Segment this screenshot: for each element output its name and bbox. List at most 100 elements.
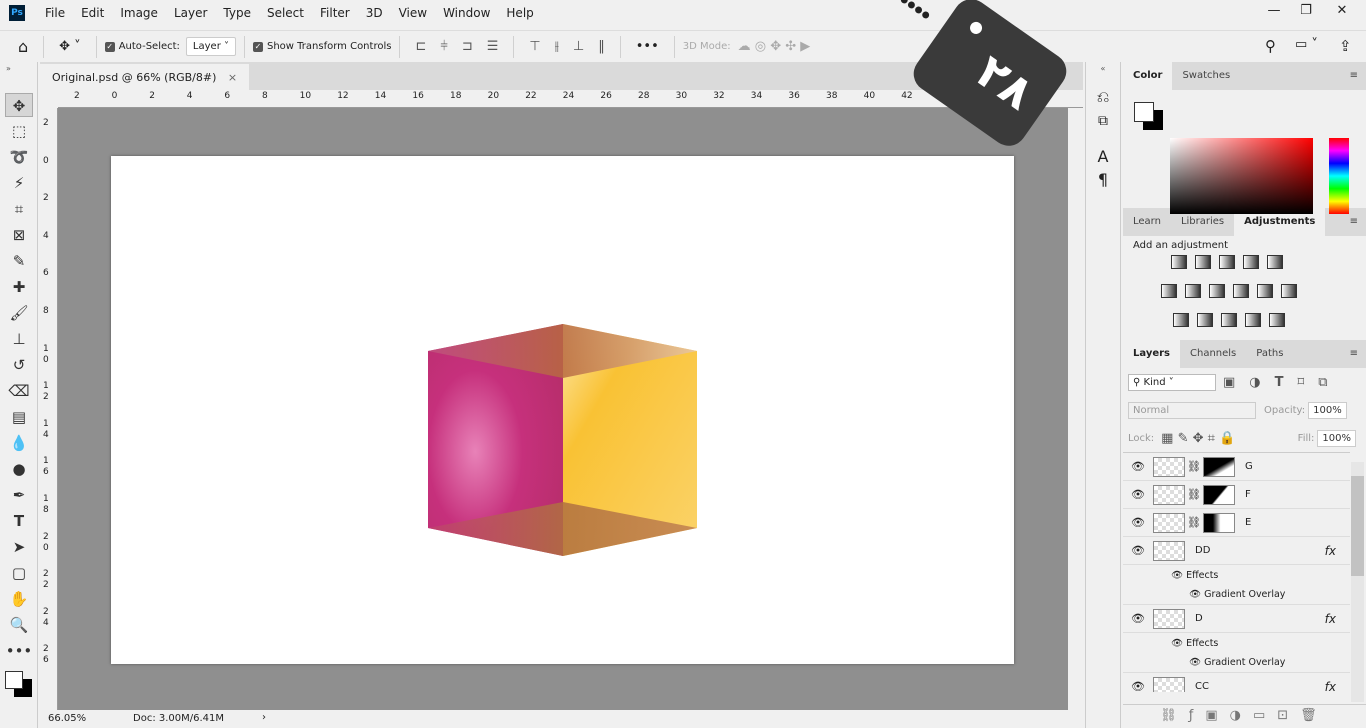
menu-edit[interactable]: Edit <box>81 6 104 20</box>
panel-menu-icon[interactable]: ≡ <box>1342 62 1366 90</box>
distribute-vertical-icon[interactable]: ‖ <box>598 39 605 54</box>
effects-row[interactable]: 👁 Effects <box>1123 633 1350 653</box>
zoom-level[interactable]: 66.05% <box>48 713 86 724</box>
more-tools[interactable]: ••• <box>5 639 33 663</box>
visibility-eye-icon[interactable]: 👁 <box>1123 544 1153 557</box>
foreground-color[interactable] <box>5 671 23 689</box>
collapse-icon[interactable]: » <box>0 62 37 75</box>
opacity-input[interactable]: 100% <box>1308 401 1347 419</box>
effect-row[interactable]: 👁 Gradient Overlay <box>1123 653 1350 673</box>
share-icon[interactable]: ⇪ <box>1339 37 1352 55</box>
canvas-scrollbar[interactable] <box>1068 108 1083 710</box>
menu-file[interactable]: File <box>45 6 65 20</box>
filter-pixel-icon[interactable]: ▣ <box>1223 375 1235 390</box>
menu-3d[interactable]: 3D <box>366 6 383 20</box>
filter-smart-icon[interactable]: ⧉ <box>1318 375 1327 390</box>
blend-mode-dropdown[interactable]: Normal <box>1128 401 1256 419</box>
visibility-eye-icon[interactable]: 👁 <box>1123 460 1153 473</box>
eyedropper-tool[interactable]: ✎ <box>5 249 33 273</box>
invert-icon[interactable] <box>1173 313 1189 327</box>
layer-row[interactable]: 👁 ⛓ F <box>1123 481 1350 509</box>
layer-mask-thumbnail[interactable] <box>1202 456 1235 477</box>
align-top-icon[interactable]: ⊤ <box>529 39 540 54</box>
layer-row[interactable]: 👁 CC fx <box>1123 673 1350 692</box>
restore-button[interactable]: ❐ <box>1290 0 1322 22</box>
filter-adjust-icon[interactable]: ◑ <box>1249 375 1260 390</box>
posterize-icon[interactable] <box>1197 313 1213 327</box>
marquee-tool[interactable]: ⬚ <box>5 119 33 143</box>
dodge-tool[interactable]: ● <box>5 457 33 481</box>
threshold-icon[interactable] <box>1221 313 1237 327</box>
scrollbar-thumb[interactable] <box>1351 476 1364 576</box>
shape-tool[interactable]: ▢ <box>5 561 33 585</box>
align-center-icon[interactable]: ⫩ <box>440 39 447 54</box>
tab-color[interactable]: Color <box>1123 62 1173 90</box>
filter-type-icon[interactable]: T <box>1275 375 1284 390</box>
home-icon[interactable]: ⌂ <box>18 37 28 56</box>
gradient-tool[interactable]: ▤ <box>5 405 33 429</box>
show-transform-checkbox[interactable]: ✓ <box>253 41 263 52</box>
expand-icon[interactable]: « <box>1086 64 1120 73</box>
layer-mask-thumbnail[interactable] <box>1202 484 1235 505</box>
crop-tool[interactable]: ⌗ <box>5 197 33 221</box>
document-tab[interactable]: Original.psd @ 66% (RGB/8#) × <box>40 64 250 90</box>
history-brush-tool[interactable]: ↺ <box>5 353 33 377</box>
visibility-eye-icon[interactable]: 👁 <box>1123 516 1153 529</box>
ruler-origin[interactable] <box>40 90 58 108</box>
color-field[interactable] <box>1170 138 1313 214</box>
visibility-eye-icon[interactable]: 👁 <box>1123 612 1153 625</box>
visibility-eye-icon[interactable]: 👁 <box>1123 680 1153 692</box>
menu-window[interactable]: Window <box>443 6 490 20</box>
healing-tool[interactable]: ✚ <box>5 275 33 299</box>
filter-shape-icon[interactable]: ⌑ <box>1298 375 1305 390</box>
menu-filter[interactable]: Filter <box>320 6 350 20</box>
fx-icon[interactable]: fx <box>1325 680 1336 693</box>
auto-select-target-dropdown[interactable]: Layer ˅ <box>185 37 236 56</box>
menu-type[interactable]: Type <box>223 6 251 20</box>
align-right-icon[interactable]: ⊐ <box>462 39 473 54</box>
eraser-tool[interactable]: ⌫ <box>5 379 33 403</box>
magic-wand-tool[interactable]: ⚡ <box>5 171 33 195</box>
close-window-button[interactable]: ✕ <box>1322 0 1362 22</box>
move-tool-icon[interactable]: ✥ ˅ <box>59 39 81 54</box>
path-select-tool[interactable]: ➤ <box>5 535 33 559</box>
effects-row[interactable]: 👁 Effects <box>1123 565 1350 585</box>
close-tab-button[interactable]: × <box>228 71 237 84</box>
align-left-icon[interactable]: ⊏ <box>415 39 426 54</box>
pen-tool[interactable]: ✒ <box>5 483 33 507</box>
tab-learn[interactable]: Learn <box>1123 208 1171 236</box>
search-icon[interactable]: ⚲ <box>1265 37 1276 55</box>
layer-row[interactable]: 👁 Dfx <box>1123 605 1350 633</box>
curves-icon[interactable] <box>1219 255 1235 269</box>
fx-icon[interactable]: fx <box>1325 544 1336 558</box>
levels-icon[interactable] <box>1195 255 1211 269</box>
brightness-icon[interactable] <box>1171 255 1187 269</box>
photo-filter-icon[interactable] <box>1233 284 1249 298</box>
brush-tool[interactable]: 🖌 <box>5 301 33 325</box>
3d-icon[interactable]: ⧉ <box>1086 113 1120 129</box>
layer-row[interactable]: 👁 ⛓ G <box>1123 453 1350 481</box>
menu-help[interactable]: Help <box>506 6 533 20</box>
tab-channels[interactable]: Channels <box>1180 340 1246 368</box>
layer-row[interactable]: 👁 ⛓ E <box>1123 509 1350 537</box>
layers-scrollbar[interactable] <box>1351 462 1364 702</box>
type-tool[interactable]: T <box>5 509 33 533</box>
auto-select-checkbox[interactable]: ✓ <box>104 41 115 52</box>
more-options-button[interactable]: ••• <box>636 39 659 54</box>
minimize-button[interactable]: — <box>1258 0 1290 22</box>
selective-color-icon[interactable] <box>1245 313 1261 327</box>
vibrance-icon[interactable] <box>1267 255 1283 269</box>
gradient-map-icon[interactable] <box>1269 313 1285 327</box>
tab-paths[interactable]: Paths <box>1246 340 1293 368</box>
fx-icon[interactable]: fx <box>1325 612 1336 626</box>
menu-image[interactable]: Image <box>120 6 158 20</box>
visibility-eye-icon[interactable]: 👁 <box>1123 488 1153 501</box>
hue-sat-icon[interactable] <box>1161 284 1177 298</box>
layers-footer-icons[interactable]: ⛓ƒ▣◑▭⊡🗑 <box>1123 704 1366 728</box>
align-bottom-icon[interactable]: ⊥ <box>573 39 584 54</box>
distribute-icon[interactable]: ☰ <box>487 39 499 54</box>
tab-swatches[interactable]: Swatches <box>1172 62 1240 90</box>
character-icon[interactable]: A <box>1086 147 1120 166</box>
color-lookup-icon[interactable] <box>1281 284 1297 298</box>
menu-layer[interactable]: Layer <box>174 6 207 20</box>
